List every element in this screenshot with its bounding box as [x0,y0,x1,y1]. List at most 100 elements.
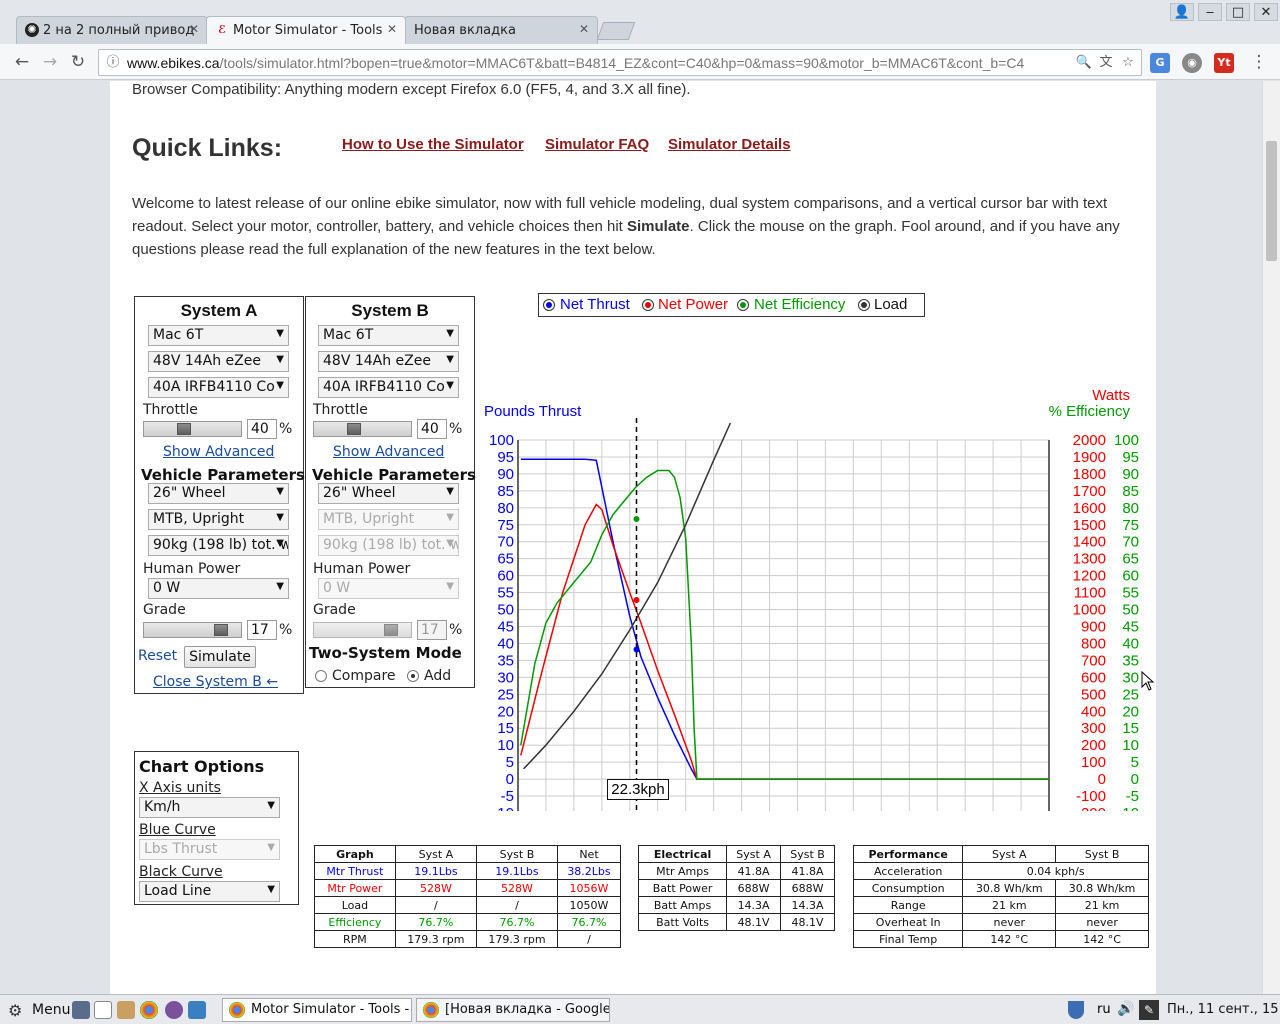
black-curve-label: Black Curve [139,864,223,880]
tab-2na2[interactable]: ✺ 2 на 2 полный привод ✕ [16,16,208,44]
compare-radio[interactable] [315,670,327,682]
x-axis-units-value: Km/h [144,799,181,815]
human-power-value: 0 W [323,580,351,596]
controller-select-a[interactable]: 40A IRFB4110 Co ▼ [148,377,289,398]
show-advanced-link-b[interactable]: Show Advanced [333,444,444,460]
y-left-tick-label: -5 [501,788,514,805]
human-power-select-b: 0 W ▼ [318,578,459,599]
maximize-button[interactable]: □ [1226,3,1250,21]
wheel-select-b[interactable]: 26" Wheel ▼ [318,483,459,504]
slider-knob[interactable] [347,423,362,435]
row-label: Acceleration [852,862,964,880]
y-efficiency-tick-label: -5 [1126,788,1139,805]
grade-input-b: 17 [417,620,447,640]
forward-arrow-icon[interactable]: → [39,51,61,73]
black-curve-select[interactable]: Load Line ▼ [139,881,280,902]
frame-select-a[interactable]: MTB, Upright ▼ [148,509,289,530]
close-icon[interactable]: ✕ [387,22,397,36]
zoom-icon[interactable]: 🔍 [1075,54,1093,72]
close-window-button[interactable]: ✕ [1254,3,1278,21]
simulate-button[interactable]: Simulate [184,646,256,668]
link-how-to-use[interactable]: How to Use the Simulator [342,136,524,153]
legend-radio-net-efficiency[interactable] [737,299,749,311]
yt-extension-icon[interactable]: Yt [1214,53,1234,73]
close-system-b-link[interactable]: Close System B ← [153,674,278,690]
text-editor-icon[interactable] [94,1001,112,1019]
tab-motor-simulator[interactable]: ℰ Motor Simulator - Tools ✕ [206,16,406,44]
add-radio[interactable] [407,670,419,682]
link-simulator-faq[interactable]: Simulator FAQ [545,136,649,153]
scrollbar-thumb[interactable] [1266,141,1277,261]
legend-radio-net-thrust[interactable] [543,299,555,311]
minimize-button[interactable]: ‒ [1198,3,1222,21]
reload-icon[interactable]: ↻ [67,51,89,73]
translate-icon[interactable]: 文 [1097,54,1115,72]
y-efficiency-tick-label: 95 [1122,449,1139,466]
throttle-slider-b[interactable] [313,421,412,437]
gear-icon[interactable]: ⚙ [8,1001,22,1020]
taskbar-window-new-tab[interactable]: [Новая вкладка - Google ... [416,998,610,1022]
back-arrow-icon[interactable]: ← [11,51,33,73]
link-simulator-details[interactable]: Simulator Details [668,136,791,153]
close-icon[interactable]: ✕ [579,22,589,36]
show-advanced-link-a[interactable]: Show Advanced [163,444,274,460]
start-menu-button[interactable]: Menu [32,1002,70,1018]
reset-link[interactable]: Reset [138,648,177,664]
address-bar[interactable]: ⓘ www.ebikes.ca/tools/simulator.html?bop… [98,49,1142,76]
y-watts-tick-label: 600 [1081,669,1106,686]
syst-b-value: 30.8 Wh/km [1055,879,1149,897]
human-power-select-a[interactable]: 0 W ▼ [148,578,289,599]
chrome-icon[interactable] [140,1001,158,1019]
motor-select-b[interactable]: Mac 6T ▼ [318,325,459,346]
taskbar-window-motor-simulator[interactable]: Motor Simulator - Tools - ... [222,998,412,1022]
keyboard-layout[interactable]: ru [1097,1002,1111,1017]
extension-icon[interactable]: ◉ [1182,53,1202,73]
app-icon[interactable] [188,1001,206,1019]
acceleration-value: 0.04 kph/s [962,862,1149,880]
row-label: Batt Volts [637,913,728,931]
show-desktop-icon[interactable] [72,1001,90,1019]
bookmark-star-icon[interactable]: ☆ [1119,54,1137,72]
table-row: Final Temp 142 °C 142 °C [852,930,1149,948]
cursor-point-efficiency [633,516,640,523]
legend-radio-load[interactable] [858,299,870,311]
x-axis-units-select[interactable]: Km/h ▼ [139,797,280,818]
volume-icon[interactable]: 🔊 [1117,1001,1134,1017]
mass-select-a[interactable]: 90kg (198 lb) tot. w ▼ [148,535,289,556]
url-domain: www.ebikes.ca [127,55,220,71]
throttle-input-b[interactable]: 40 [417,419,447,439]
throttle-input-a[interactable]: 40 [247,419,277,439]
close-icon[interactable]: ✕ [189,22,199,36]
url-text[interactable]: www.ebikes.ca/tools/simulator.html?bopen… [127,55,1071,71]
y-watts-tick-label: 2000 [1073,432,1106,449]
slider-knob[interactable] [177,423,192,435]
info-icon[interactable]: ⓘ [104,54,122,72]
battery-select-a[interactable]: 48V 14Ah eZee ▼ [148,351,289,372]
blue-curve-value: Lbs Thrust [144,841,218,857]
viber-icon[interactable] [165,1001,183,1019]
user-icon[interactable]: 👤 [1170,3,1194,21]
grade-input-a[interactable]: 17 [247,620,277,640]
row-label: Batt Power [637,879,728,897]
battery-select-b[interactable]: 48V 14Ah eZee ▼ [318,351,459,372]
y-left-tick-label: 20 [497,703,514,720]
shield-icon[interactable] [1068,1001,1084,1019]
google-translate-extension-icon[interactable]: G [1150,53,1170,73]
legend-radio-net-power[interactable] [642,299,654,311]
tab-new-tab[interactable]: Новая вкладка ✕ [404,16,598,44]
grade-slider-a[interactable] [143,622,242,638]
wheel-select-a[interactable]: 26" Wheel ▼ [148,483,289,504]
file-manager-icon[interactable] [117,1001,135,1019]
pen-icon[interactable]: ✎ [1139,1000,1159,1020]
table-header: Syst A [962,845,1057,863]
controller-select-b[interactable]: 40A IRFB4110 Co ▼ [318,377,459,398]
new-tab-button[interactable] [596,22,636,40]
motor-select-a[interactable]: Mac 6T ▼ [148,325,289,346]
y-watts-tick-label: 1600 [1073,500,1106,517]
simulation-chart[interactable]: 0510152025303540455055606570758085909510… [480,311,1140,811]
throttle-slider-a[interactable] [143,421,242,437]
menu-dots-icon[interactable]: ⋮ [1248,51,1270,73]
vertical-scrollbar[interactable] [1262,81,1280,994]
clock[interactable]: Пн., 11 сент., 15:07 [1167,1002,1280,1017]
slider-knob[interactable] [213,624,228,636]
